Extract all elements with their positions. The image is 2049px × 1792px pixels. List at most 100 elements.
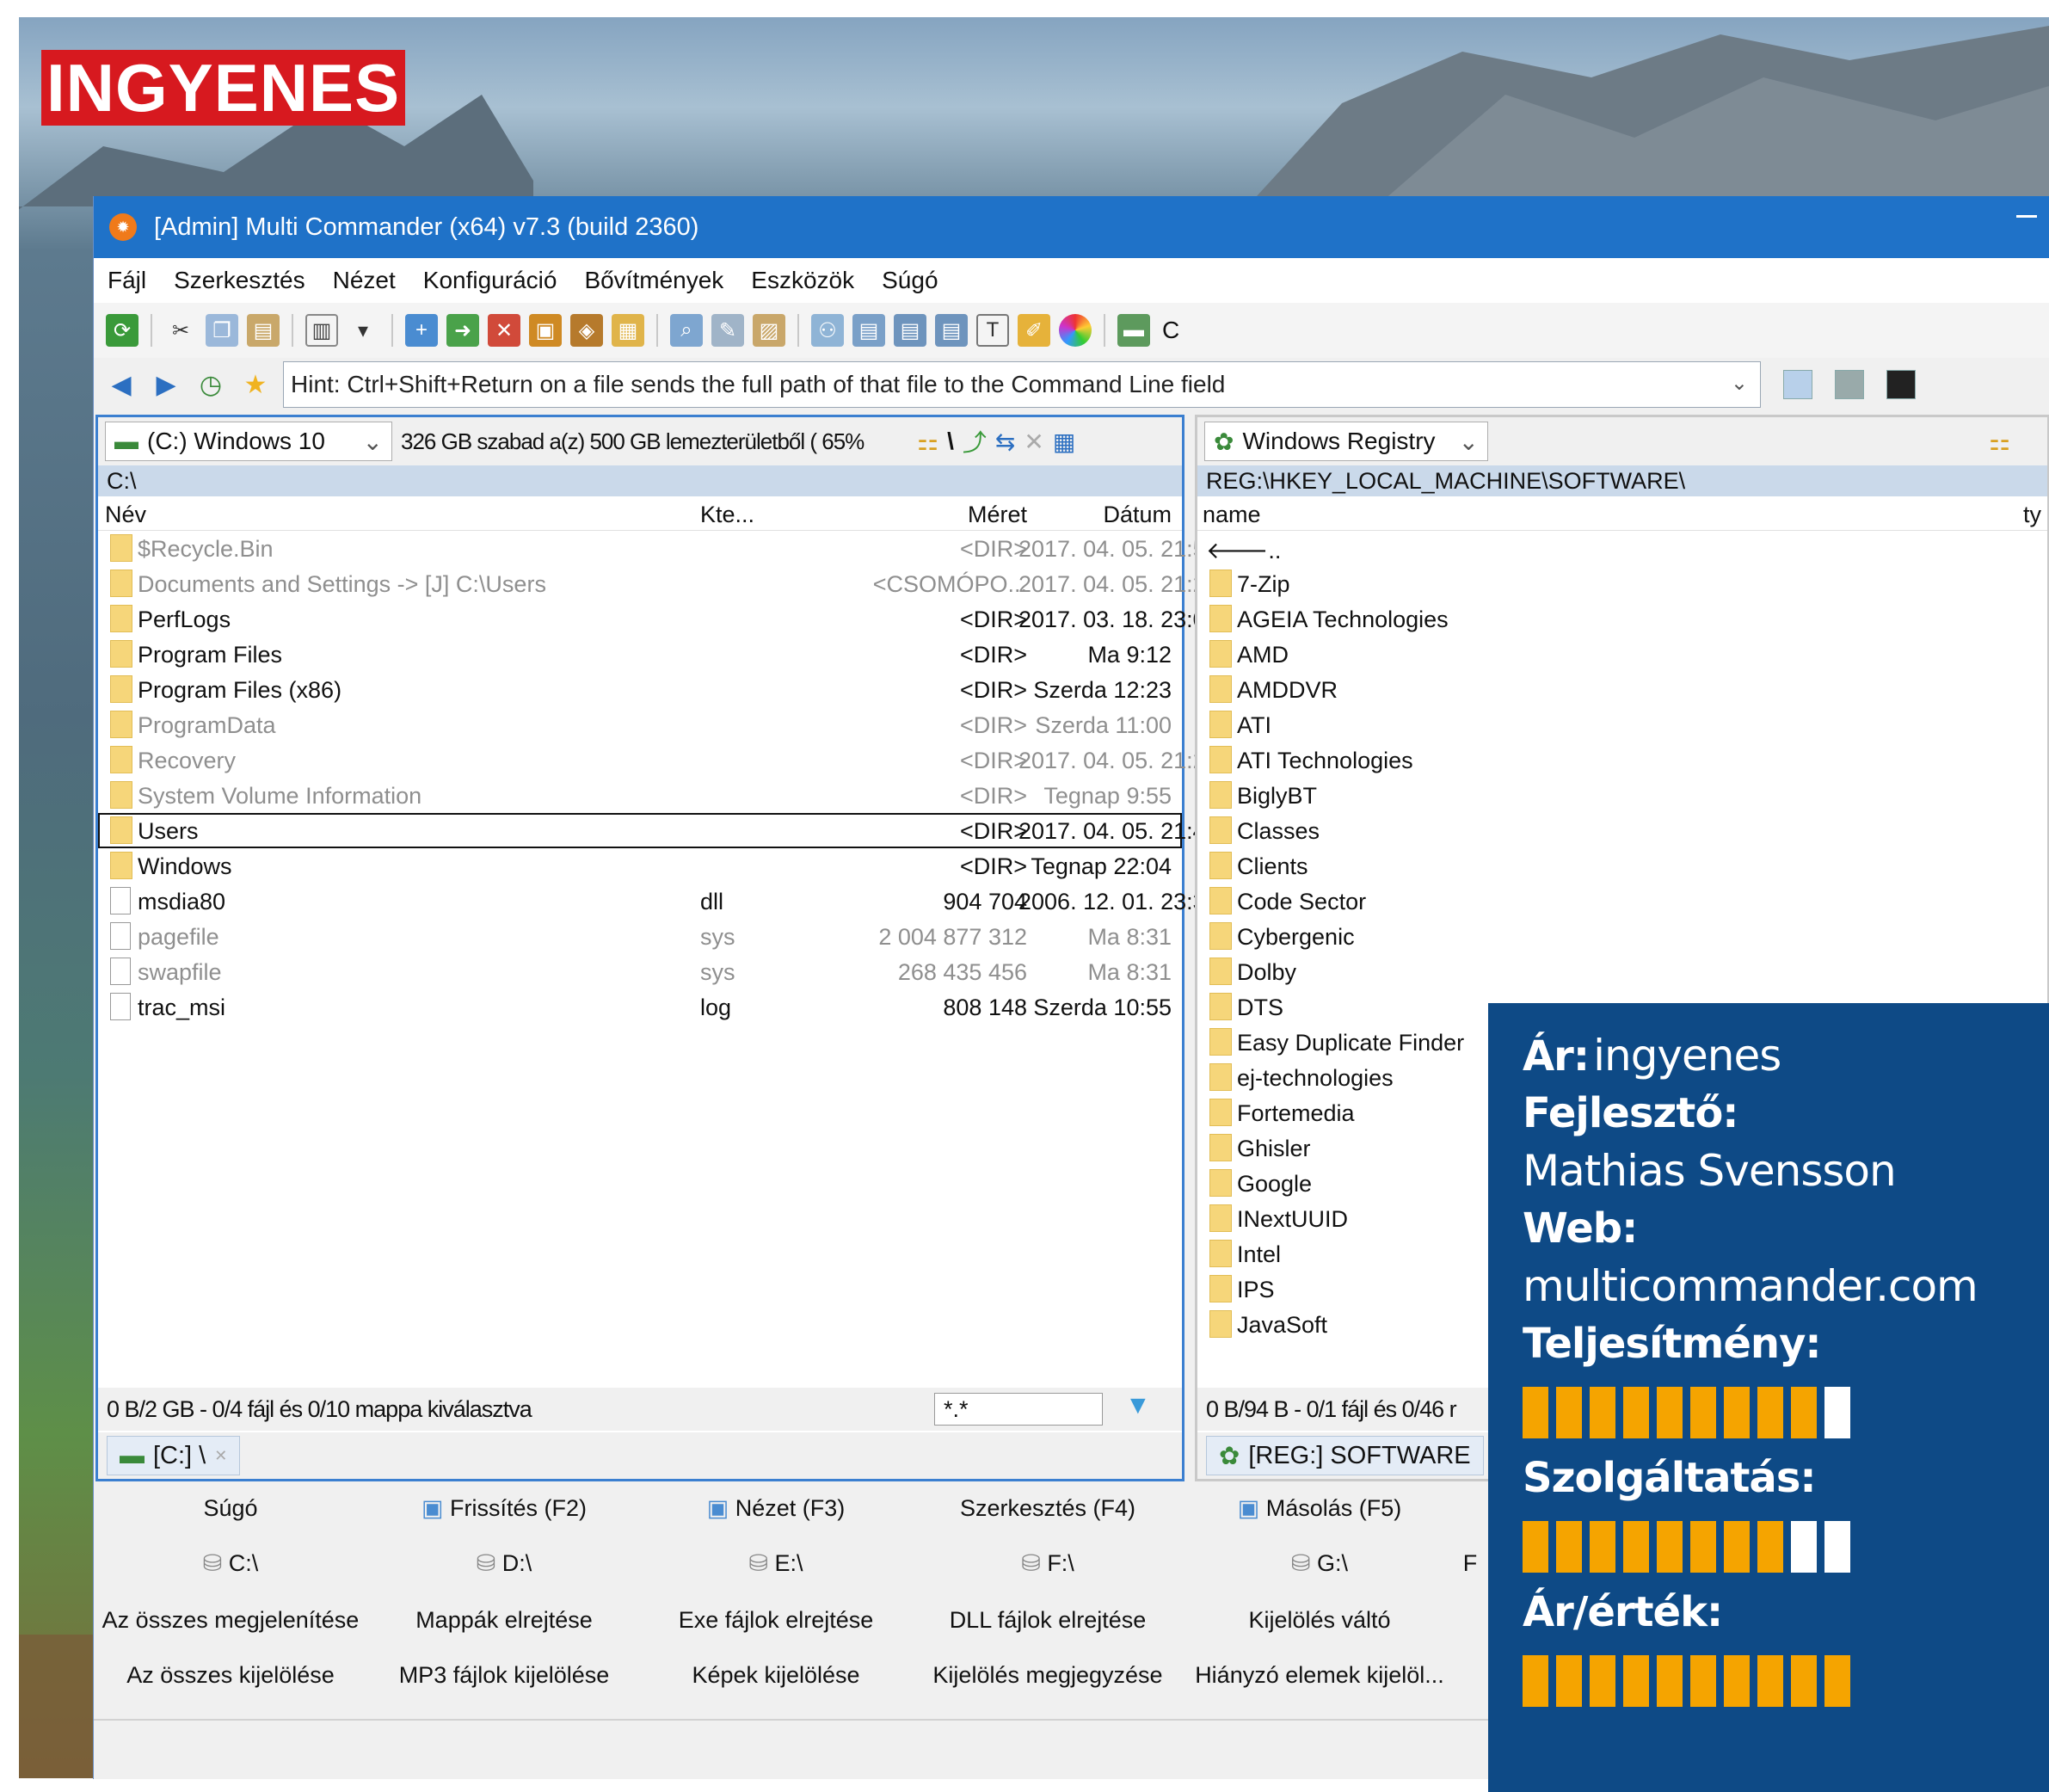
function-button[interactable]: Hiányzó elemek kijelöl... [1183, 1662, 1456, 1689]
folder-tools-icon[interactable]: ▦ [612, 314, 644, 347]
right-drive-selector[interactable]: ✿ Windows Registry ⌄ [1204, 422, 1488, 461]
panel-layout-icon[interactable]: ▦ [1053, 428, 1075, 456]
dropdown-icon[interactable]: ▾ [347, 314, 379, 347]
registry-key-row[interactable]: 7-Zip [1197, 566, 2047, 601]
registry-key-row[interactable]: ATI Technologies [1197, 742, 2047, 778]
col-name[interactable]: name [1203, 502, 1261, 528]
forward-icon[interactable]: ▶ [149, 370, 183, 400]
function-button[interactable]: ▣ Nézet (F3) [639, 1495, 913, 1522]
function-button[interactable]: Az összes megjelenítése [94, 1607, 367, 1634]
function-button[interactable]: ⛁ F:\ [911, 1550, 1184, 1577]
copy-icon[interactable]: ❐ [206, 314, 238, 347]
function-button[interactable]: Kijelölés megjegyzése [911, 1662, 1184, 1689]
file-row[interactable]: $Recycle.Bin <DIR> 2017. 04. 05. 21:59 [98, 531, 1219, 566]
color-wheel-icon[interactable] [1059, 314, 1092, 347]
registry-key-row[interactable]: Cybergenic [1197, 919, 2047, 954]
file-row[interactable]: trac_msi log 808 148 Szerda 10:55 [98, 989, 1182, 1025]
file-row[interactable]: System Volume Information <DIR> Tegnap 9:5… [98, 778, 1182, 813]
menu-file[interactable]: Fájl [108, 267, 146, 294]
menu-tools[interactable]: Eszközök [751, 267, 854, 294]
notes-icon[interactable] [1783, 370, 1812, 399]
menu-config[interactable]: Konfiguráció [423, 267, 557, 294]
file-row[interactable]: Program Files <DIR> Ma 9:12 [98, 637, 1182, 672]
chevron-down-icon[interactable]: ⌄ [1731, 371, 1748, 396]
tools-icon[interactable]: ✐ [1018, 314, 1050, 347]
folder-sync-icon[interactable]: ⚏ [1989, 428, 2010, 456]
file-row[interactable]: Windows <DIR> Tegnap 22:04 [98, 848, 1182, 884]
registry-key-row[interactable]: Classes [1197, 813, 2047, 848]
doc-icon-3[interactable]: ▤ [935, 314, 968, 347]
file-row[interactable]: Program Files (x86) <DIR> Szerda 12:23 [98, 672, 1182, 707]
menu-help[interactable]: Súgó [882, 267, 938, 294]
find-icon[interactable]: ⌕ [670, 314, 703, 347]
calculator-icon[interactable] [1835, 370, 1864, 399]
col-name[interactable]: Név [105, 502, 146, 528]
col-ext[interactable]: Kte... [700, 502, 754, 528]
registry-key-row[interactable]: BiglyBT [1197, 778, 2047, 813]
registry-key-row[interactable]: Dolby [1197, 954, 2047, 989]
file-row[interactable]: msdia80 dll 904 704 2006. 12. 01. 23:37 [98, 884, 1219, 919]
file-row[interactable]: swapfile sys 268 435 456 Ma 8:31 [98, 954, 1182, 989]
function-button[interactable]: ⛁ G:\ [1183, 1550, 1456, 1577]
back-icon[interactable]: ◀ [104, 370, 138, 400]
command-line-field[interactable]: Hint: Ctrl+Shift+Return on a file sends … [283, 361, 1761, 408]
delete-file-icon[interactable]: ✕ [488, 314, 520, 347]
function-button[interactable]: MP3 fájlok kijelölése [367, 1662, 641, 1689]
function-button[interactable]: F [1453, 1550, 1487, 1577]
close-icon[interactable]: ✕ [214, 1447, 227, 1465]
minimize-button[interactable] [2016, 215, 2037, 218]
folder-sync-icon[interactable]: ⚏ [917, 428, 938, 456]
drive-icon[interactable]: ▬ [1117, 314, 1150, 347]
text-icon[interactable]: T [976, 314, 1009, 347]
file-row[interactable]: pagefile sys 2 004 877 312 Ma 8:31 [98, 919, 1182, 954]
function-button[interactable]: ⛁ D:\ [367, 1550, 641, 1577]
registry-key-row[interactable]: Code Sector [1197, 884, 2047, 919]
favorites-star-icon[interactable]: ★ [238, 370, 273, 400]
swap-panels-icon[interactable]: ⇆ [995, 428, 1015, 456]
registry-key-row[interactable]: Clients [1197, 848, 2047, 884]
history-icon[interactable]: ◷ [194, 370, 228, 400]
layout-icon[interactable]: ▥ [305, 314, 338, 347]
console-icon[interactable] [1886, 370, 1916, 399]
left-path[interactable]: C:\ [98, 465, 1182, 496]
parent-dir-row[interactable]: 🡐.. [1197, 531, 2047, 566]
col-type[interactable]: ty [2023, 502, 2041, 528]
cut-icon[interactable]: ✂ [164, 314, 197, 347]
root-dir-icon[interactable]: \ [947, 428, 954, 455]
pin-icon[interactable]: ✕ [1024, 428, 1043, 456]
function-button[interactable]: Kijelölés váltó [1183, 1607, 1456, 1634]
function-button[interactable]: Exe fájlok elrejtése [639, 1607, 913, 1634]
function-button[interactable]: ⛁ E:\ [639, 1550, 913, 1577]
filter-input[interactable]: *.* [934, 1393, 1103, 1426]
file-row[interactable]: Recovery <DIR> 2017. 04. 05. 21:26 [98, 742, 1219, 778]
registry-key-row[interactable]: AMDDVR [1197, 672, 2047, 707]
menu-view[interactable]: Nézet [333, 267, 396, 294]
file-row[interactable]: PerfLogs <DIR> 2017. 03. 18. 23:03 [98, 601, 1219, 637]
right-path[interactable]: REG:\HKEY_LOCAL_MACHINE\SOFTWARE\ [1197, 465, 2047, 496]
file-row[interactable]: Users <DIR> 2017. 04. 05. 21:49 [98, 813, 1219, 848]
registry-key-row[interactable]: ATI [1197, 707, 2047, 742]
network-icon[interactable]: ⚇ [811, 314, 844, 347]
function-button[interactable]: ▣ Másolás (F5) [1183, 1495, 1456, 1522]
doc-icon-1[interactable]: ▤ [852, 314, 885, 347]
function-button[interactable]: ▣ Frissítés (F2) [367, 1495, 641, 1522]
archive-icon[interactable]: ▣ [529, 314, 562, 347]
registry-key-row[interactable]: AMD [1197, 637, 2047, 672]
filter-icon[interactable]: ▼ [1125, 1391, 1151, 1420]
new-file-icon[interactable]: + [405, 314, 438, 347]
title-bar[interactable]: ✹ [Admin] Multi Commander (x64) v7.3 (bu… [94, 196, 2049, 258]
paste-icon[interactable]: ▤ [247, 314, 280, 347]
function-button[interactable]: Képek kijelölése [639, 1662, 913, 1689]
refresh-icon[interactable]: ⟳ [106, 314, 138, 347]
menu-extensions[interactable]: Bővítmények [584, 267, 723, 294]
right-tab[interactable]: ✿ [REG:] SOFTWARE [1206, 1436, 1484, 1475]
menu-edit[interactable]: Szerkesztés [174, 267, 305, 294]
col-date[interactable]: Dátum [1044, 502, 1172, 528]
function-button[interactable]: ⛁ C:\ [94, 1550, 367, 1577]
file-row[interactable]: ProgramData <DIR> Szerda 11:00 [98, 707, 1182, 742]
function-button[interactable]: Súgó [94, 1495, 367, 1522]
function-button[interactable]: DLL fájlok elrejtése [911, 1607, 1184, 1634]
file-row[interactable]: Documents and Settings -> [J] C:\Users <C… [98, 566, 1219, 601]
picture-icon[interactable]: ▨ [753, 314, 785, 347]
doc-icon-2[interactable]: ▤ [894, 314, 926, 347]
